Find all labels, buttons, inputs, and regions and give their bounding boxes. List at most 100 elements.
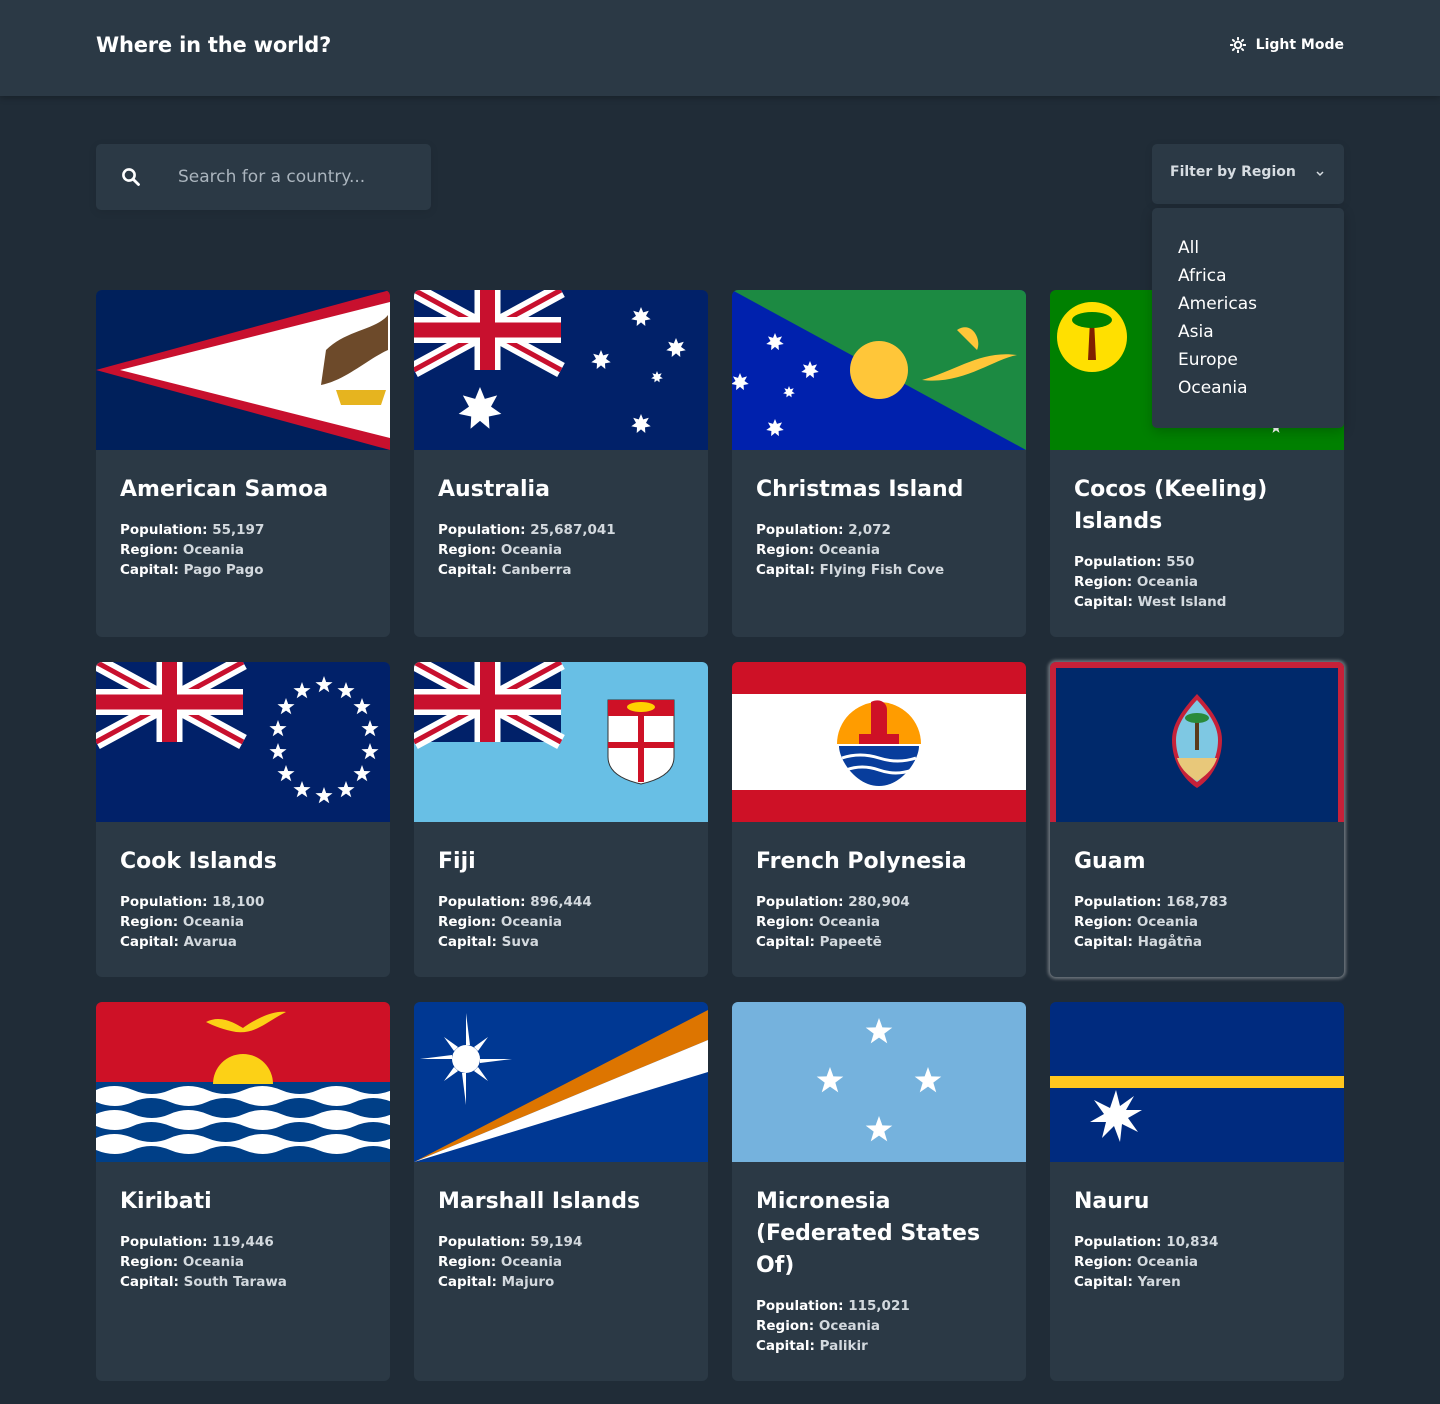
country-name: Cocos (Keeling) Islands: [1074, 477, 1268, 534]
population-line: Population: 10,834: [1074, 1232, 1320, 1252]
country-card[interactable]: Fiji Population: 896,444 Region: Oceania…: [414, 662, 708, 977]
region-dropdown-menu: All Africa Americas Asia Europe Oceania: [1152, 208, 1344, 428]
capital-label: Capital:: [438, 562, 497, 578]
capital-line: Capital: West Island: [1074, 592, 1320, 612]
population-value: 280,904: [848, 894, 910, 910]
country-card[interactable]: Cook Islands Population: 18,100 Region: …: [96, 662, 390, 977]
country-card[interactable]: American Samoa Population: 55,197 Region…: [96, 290, 390, 637]
population-label: Population:: [438, 522, 526, 538]
capital-label: Capital:: [120, 1274, 179, 1290]
region-line: Region: Oceania: [1074, 912, 1320, 932]
population-value: 550: [1166, 554, 1195, 570]
capital-label: Capital:: [438, 1274, 497, 1290]
capital-value: Palikir: [819, 1338, 868, 1354]
population-line: Population: 550: [1074, 552, 1320, 572]
population-label: Population:: [120, 522, 208, 538]
capital-line: Capital: Palikir: [756, 1336, 1002, 1356]
region-value: Oceania: [182, 914, 244, 930]
region-option-africa[interactable]: Africa: [1152, 262, 1344, 290]
region-option-americas[interactable]: Americas: [1152, 290, 1344, 318]
country-card[interactable]: Kiribati Population: 119,446 Region: Oce…: [96, 1002, 390, 1381]
population-line: Population: 18,100: [120, 892, 366, 912]
capital-value: Avarua: [183, 934, 237, 950]
region-label: Region:: [1074, 1254, 1133, 1270]
capital-line: Capital: Majuro: [438, 1272, 684, 1292]
capital-label: Capital:: [756, 562, 815, 578]
population-label: Population:: [1074, 554, 1162, 570]
flag-image: [732, 290, 1026, 450]
search-box[interactable]: [96, 144, 431, 210]
country-card[interactable]: Marshall Islands Population: 59,194 Regi…: [414, 1002, 708, 1381]
population-line: Population: 896,444: [438, 892, 684, 912]
flag-image: [1050, 1002, 1344, 1162]
country-card[interactable]: Australia Population: 25,687,041 Region:…: [414, 290, 708, 637]
population-value: 2,072: [848, 522, 891, 538]
population-label: Population:: [438, 1234, 526, 1250]
population-line: Population: 119,446: [120, 1232, 366, 1252]
population-value: 119,446: [212, 1234, 274, 1250]
region-filter-select[interactable]: Filter by Region: [1152, 144, 1344, 204]
theme-toggle-label: Light Mode: [1255, 37, 1344, 53]
capital-line: Capital: Canberra: [438, 560, 684, 580]
region-label: Region:: [756, 542, 815, 558]
country-name: Cook Islands: [120, 849, 277, 874]
region-option-oceania[interactable]: Oceania: [1152, 374, 1344, 402]
search-input[interactable]: [178, 162, 418, 192]
country-name: Kiribati: [120, 1189, 212, 1214]
capital-line: Capital: Suva: [438, 932, 684, 952]
region-label: Region:: [120, 542, 179, 558]
population-value: 115,021: [848, 1298, 910, 1314]
capital-label: Capital:: [756, 934, 815, 950]
capital-line: Capital: Flying Fish Cove: [756, 560, 1002, 580]
capital-value: Canberra: [501, 562, 572, 578]
country-name: Guam: [1074, 849, 1146, 874]
region-option-all[interactable]: All: [1152, 234, 1344, 262]
region-value: Oceania: [182, 542, 244, 558]
app-title: Where in the world?: [96, 33, 332, 57]
country-card[interactable]: French Polynesia Population: 280,904 Reg…: [732, 662, 1026, 977]
region-label: Region:: [438, 542, 497, 558]
region-option-europe[interactable]: Europe: [1152, 346, 1344, 374]
region-label: Region:: [438, 1254, 497, 1270]
capital-value: Yaren: [1137, 1274, 1181, 1290]
flag-image: [732, 662, 1026, 822]
region-line: Region: Oceania: [438, 1252, 684, 1272]
region-line: Region: Oceania: [756, 540, 1002, 560]
country-card[interactable]: Guam Population: 168,783 Region: Oceania…: [1050, 662, 1344, 977]
country-card[interactable]: Micronesia (Federated States Of) Populat…: [732, 1002, 1026, 1381]
region-line: Region: Oceania: [438, 540, 684, 560]
region-option-asia[interactable]: Asia: [1152, 318, 1344, 346]
region-filter-label: Filter by Region: [1170, 164, 1296, 180]
population-line: Population: 25,687,041: [438, 520, 684, 540]
population-line: Population: 280,904: [756, 892, 1002, 912]
flag-image: [1050, 662, 1344, 822]
population-line: Population: 168,783: [1074, 892, 1320, 912]
region-value: Oceania: [818, 914, 880, 930]
capital-label: Capital:: [120, 562, 179, 578]
country-card[interactable]: Christmas Island Population: 2,072 Regio…: [732, 290, 1026, 637]
country-card[interactable]: Nauru Population: 10,834 Region: Oceania…: [1050, 1002, 1344, 1381]
population-line: Population: 115,021: [756, 1296, 1002, 1316]
flag-image: [732, 1002, 1026, 1162]
country-name: Micronesia (Federated States Of): [756, 1189, 981, 1278]
region-value: Oceania: [818, 542, 880, 558]
capital-value: West Island: [1137, 594, 1227, 610]
region-line: Region: Oceania: [120, 912, 366, 932]
population-value: 18,100: [212, 894, 265, 910]
capital-line: Capital: Avarua: [120, 932, 366, 952]
country-name: American Samoa: [120, 477, 329, 502]
flag-image: [96, 1002, 390, 1162]
capital-line: Capital: South Tarawa: [120, 1272, 366, 1292]
population-value: 59,194: [530, 1234, 583, 1250]
flag-image: [414, 290, 708, 450]
region-label: Region:: [1074, 914, 1133, 930]
region-label: Region:: [756, 1318, 815, 1334]
flag-image: [96, 662, 390, 822]
region-value: Oceania: [818, 1318, 880, 1334]
region-value: Oceania: [1136, 914, 1198, 930]
country-name: Australia: [438, 477, 550, 502]
population-label: Population:: [756, 1298, 844, 1314]
theme-toggle-button[interactable]: Light Mode: [1229, 37, 1344, 53]
population-label: Population:: [438, 894, 526, 910]
population-label: Population:: [120, 894, 208, 910]
